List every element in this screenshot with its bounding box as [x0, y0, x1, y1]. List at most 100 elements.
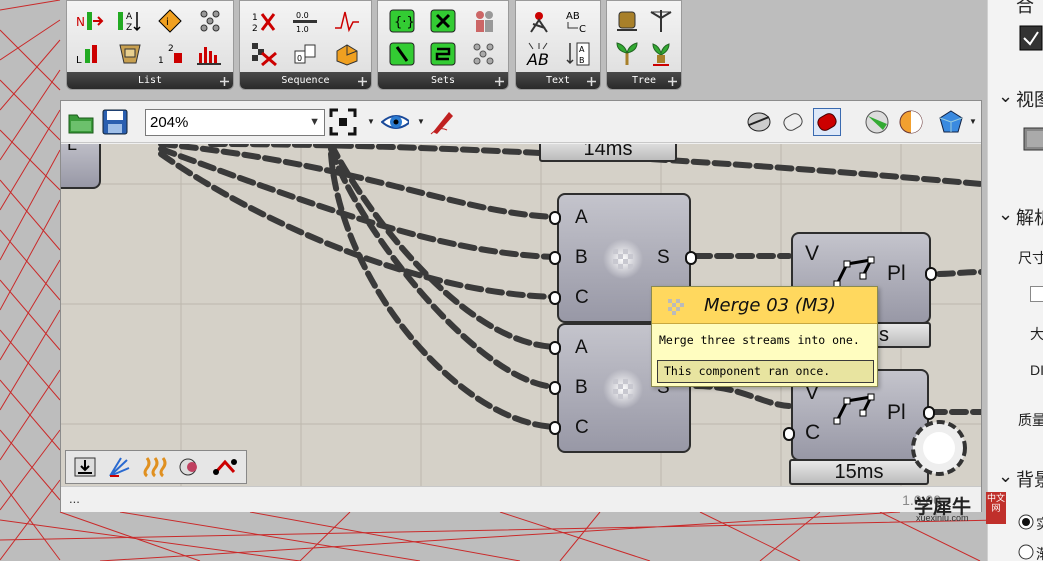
set-exclusive-icon[interactable]: [423, 38, 462, 69]
zoom-select[interactable]: 204% ▼: [145, 109, 325, 136]
tree-branch-icon[interactable]: [611, 38, 643, 69]
input-a-label: A: [575, 337, 588, 358]
preview-button[interactable]: [381, 108, 409, 136]
flatten-tree-icon[interactable]: [611, 5, 643, 36]
profiler-button[interactable]: [175, 453, 204, 481]
svg-text:i: i: [166, 17, 169, 28]
dpi-label: DI: [1030, 362, 1043, 378]
material-swatch-icon[interactable]: [1018, 24, 1043, 52]
key-value-icon[interactable]: [465, 38, 504, 69]
align-button[interactable]: [210, 453, 239, 481]
eye-icon: [381, 115, 409, 129]
output-pl-label: Pl: [887, 401, 906, 424]
text-replace-icon[interactable]: AB C: [559, 5, 596, 36]
port-c-input[interactable]: [783, 427, 795, 441]
port-b-input[interactable]: [549, 381, 561, 395]
view-section-label[interactable]: 视图: [1016, 86, 1043, 112]
tooltip-note: This component ran once.: [657, 360, 874, 383]
radio-unselected-icon[interactable]: [1018, 544, 1034, 560]
expand-icon[interactable]: [220, 77, 229, 86]
shaded-preview-icon: [783, 113, 803, 131]
simplify-tree-icon[interactable]: [645, 38, 677, 69]
input-c-label: C: [805, 421, 821, 444]
list-item-icon[interactable]: i: [151, 5, 189, 36]
port-a-input[interactable]: [549, 341, 561, 355]
fibonacci-icon[interactable]: [327, 5, 367, 36]
port-c-input[interactable]: [549, 291, 561, 305]
resolution-section-toggle[interactable]: ⌄: [998, 204, 1013, 225]
split-list-icon[interactable]: [191, 5, 229, 36]
series-icon[interactable]: 12: [244, 5, 284, 36]
sort-text-icon[interactable]: AB: [559, 38, 596, 69]
duplicate-icon[interactable]: 0: [286, 38, 326, 69]
port-a-input[interactable]: [549, 211, 561, 225]
sketch-button[interactable]: [429, 108, 457, 136]
reverse-list-icon[interactable]: [111, 38, 149, 69]
set-union-icon[interactable]: {·}: [382, 5, 421, 36]
size-field[interactable]: [1030, 286, 1043, 302]
input-v-label: V: [805, 242, 820, 265]
save-file-button[interactable]: [101, 108, 129, 136]
set-difference-icon[interactable]: [382, 38, 421, 69]
port-b-input[interactable]: [549, 251, 561, 265]
cull-pattern-icon[interactable]: [244, 38, 284, 69]
timer-text: s: [879, 324, 889, 346]
view-section-toggle[interactable]: ⌄: [998, 86, 1013, 107]
text-case-icon[interactable]: AB: [520, 38, 557, 69]
port-s-output[interactable]: [685, 251, 697, 265]
text-split-icon[interactable]: [520, 5, 557, 36]
background-section-label[interactable]: 背景: [1016, 466, 1043, 492]
polyline-icon: [833, 256, 875, 288]
wire-display-button[interactable]: [105, 453, 134, 481]
material-preview-button[interactable]: [897, 108, 925, 136]
gradient-option[interactable]: 渐: [1036, 544, 1043, 561]
left-component[interactable]: L: [61, 144, 101, 189]
expand-icon[interactable]: [587, 77, 596, 86]
graft-tree-icon[interactable]: [645, 5, 677, 36]
connect-arrow-icon: [212, 459, 237, 475]
resolution-section-label[interactable]: 解析: [1016, 204, 1043, 230]
component-tooltip: Merge 03 (M3) Merge three streams into o…: [651, 286, 878, 387]
large-option[interactable]: 大: [1030, 324, 1043, 344]
ribbon-label-sets: Sets: [378, 72, 508, 89]
radio-selected-icon[interactable]: [1018, 514, 1034, 530]
dispatch-icon[interactable]: [191, 38, 229, 69]
expand-icon[interactable]: [495, 77, 504, 86]
range-icon[interactable]: 0.0 1.0: [286, 5, 326, 36]
svg-text:Z: Z: [126, 23, 132, 33]
svg-text:AB: AB: [566, 11, 580, 22]
solid-option[interactable]: 实: [1036, 514, 1043, 534]
port-c-input[interactable]: [549, 421, 561, 435]
navigation-wheel-icon[interactable]: [909, 418, 969, 478]
zoom-extents-dropdown-icon[interactable]: ▼: [367, 117, 375, 126]
preview-wireframe-button[interactable]: [745, 108, 773, 136]
preview-selected-button[interactable]: [813, 108, 841, 136]
set-intersect-icon[interactable]: [423, 5, 462, 36]
expand-icon[interactable]: [668, 77, 677, 86]
preview-dropdown-icon[interactable]: ▼: [417, 117, 425, 126]
list-length-icon[interactable]: N: [71, 5, 109, 36]
size-label: 尺寸: [1018, 250, 1043, 266]
members-icon[interactable]: [465, 5, 504, 36]
document-preview-button[interactable]: [863, 108, 891, 136]
expand-icon[interactable]: [358, 77, 367, 86]
svg-text:B: B: [579, 56, 585, 65]
mesh-dropdown-icon[interactable]: ▼: [969, 117, 977, 126]
svg-text:A: A: [126, 12, 133, 22]
download-button[interactable]: [70, 453, 99, 481]
sort-list-icon[interactable]: AZ: [111, 5, 149, 36]
preview-shaded-button[interactable]: [779, 108, 807, 136]
random-icon[interactable]: [327, 38, 367, 69]
viewport-icon[interactable]: [1022, 126, 1043, 152]
sublist-icon[interactable]: 21: [151, 38, 189, 69]
output-pl-label: Pl: [887, 262, 906, 285]
canvas-widget-toolbar: [65, 450, 247, 484]
shift-list-icon[interactable]: L: [71, 38, 109, 69]
port-pl-output[interactable]: [925, 267, 937, 281]
open-file-button[interactable]: [67, 108, 95, 136]
mesh-preview-button[interactable]: [937, 108, 965, 136]
wire-style-button[interactable]: [140, 453, 169, 481]
background-section-toggle[interactable]: ⌄: [998, 466, 1013, 487]
zoom-extents-button[interactable]: [329, 108, 357, 136]
folder-icon: [68, 114, 94, 134]
